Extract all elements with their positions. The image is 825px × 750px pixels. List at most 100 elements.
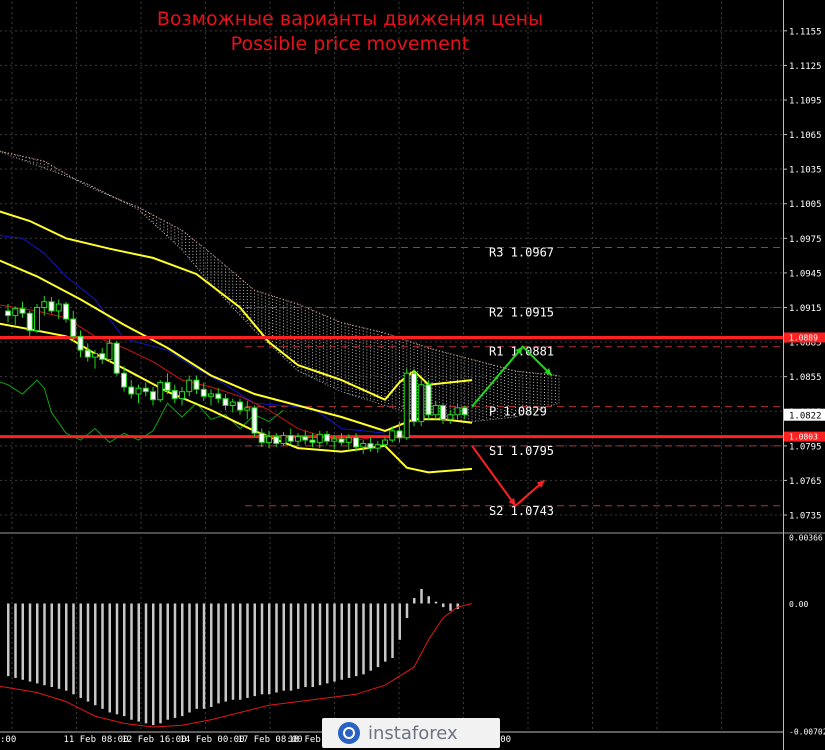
histogram-bar xyxy=(282,603,285,691)
histogram-bar xyxy=(14,603,17,678)
price-tick-label: 1.0915 xyxy=(789,304,822,314)
candle-body xyxy=(55,303,62,312)
time-axis-label: 14 Feb 00:00 xyxy=(180,735,245,745)
chart-title-en: Possible price movement xyxy=(230,33,470,55)
price-tick-label: 1.0765 xyxy=(789,477,822,487)
histogram-bar xyxy=(36,603,39,684)
time-axis-label: 12 Feb 16:00 xyxy=(122,735,187,745)
ichimoku-cloud xyxy=(0,151,560,422)
price-tick-label: 1.1005 xyxy=(789,200,822,210)
candle-body xyxy=(389,430,396,441)
histogram-bar xyxy=(347,603,351,678)
histogram-bar xyxy=(376,603,380,668)
pivot-label-s2: S2 1.0743 xyxy=(489,504,554,518)
oscillator-signal-line xyxy=(0,603,473,728)
candle-body xyxy=(396,430,403,439)
price-tick-label: 1.0855 xyxy=(789,373,822,383)
price-tick-label: 1.0735 xyxy=(789,512,822,522)
candle-body xyxy=(164,381,171,392)
watermark-logo: instaforex xyxy=(322,718,500,748)
histogram-bar xyxy=(391,603,394,658)
candle-body xyxy=(113,342,120,374)
histogram-bar xyxy=(369,603,372,671)
histogram-bar xyxy=(195,603,198,709)
oscillator-tick-label: -0.00702 xyxy=(789,728,825,737)
price-tick-label: 1.1125 xyxy=(789,62,822,72)
price-tick-label: 1.1155 xyxy=(789,27,822,37)
candle-body xyxy=(99,353,106,360)
candle-body xyxy=(186,379,193,393)
histogram-bar xyxy=(43,603,46,686)
candle-body xyxy=(19,308,26,314)
candle-body xyxy=(309,439,316,443)
candle-body xyxy=(447,414,454,420)
histogram-bar xyxy=(28,603,32,682)
histogram-bar xyxy=(275,603,278,693)
candle-body xyxy=(411,372,417,423)
histogram-bar xyxy=(210,603,213,708)
candle-body xyxy=(5,310,11,317)
candles xyxy=(5,295,468,454)
candle-body xyxy=(316,433,323,443)
candle-body xyxy=(266,436,272,443)
pivot-label-r3: R3 1.0967 xyxy=(489,246,554,260)
pivot-label-p: P 1.0829 xyxy=(489,405,547,419)
histogram-bar xyxy=(442,603,445,608)
candle-body xyxy=(251,407,258,434)
candle-body xyxy=(353,437,359,448)
candle-body xyxy=(70,318,77,337)
price-tick-label: 1.0945 xyxy=(789,269,822,279)
histogram-bar xyxy=(72,603,75,695)
histogram-bar xyxy=(94,603,97,706)
histogram-bar xyxy=(297,603,300,689)
price-tick-label: 1.0795 xyxy=(789,442,822,452)
oscillator-histogram xyxy=(7,588,459,726)
candle-body xyxy=(360,443,367,448)
pivot-label-r2: R2 1.0915 xyxy=(489,306,554,320)
histogram-bar xyxy=(86,603,90,702)
histogram-bar xyxy=(159,603,162,724)
histogram-bar xyxy=(384,603,387,662)
candle-body xyxy=(403,372,410,439)
histogram-bar xyxy=(173,603,177,718)
candle-body xyxy=(374,444,381,449)
candle-body xyxy=(179,391,185,400)
level-price-tag: 1.0803 xyxy=(789,433,818,442)
histogram-bar xyxy=(398,603,401,640)
histogram-bar xyxy=(123,603,126,717)
histogram-bar xyxy=(434,601,438,604)
candle-body xyxy=(382,439,388,446)
histogram-bar xyxy=(152,603,155,726)
candle-body xyxy=(92,353,98,358)
candle-body xyxy=(425,384,432,416)
price-tick-label: 1.1035 xyxy=(789,166,822,176)
histogram-bar xyxy=(420,588,423,604)
time-axis-label: :00 xyxy=(0,735,16,745)
candle-body xyxy=(63,303,69,320)
oscillator-tick-label: 0.00366 xyxy=(789,534,823,543)
chart-title-ru: Возможные варианты движения цены xyxy=(156,8,544,30)
histogram-bar xyxy=(304,603,307,688)
histogram-bar xyxy=(413,598,416,604)
candle-body xyxy=(106,342,113,360)
oscillator-tick-label: 0.00 xyxy=(789,600,808,609)
candle-body xyxy=(367,443,374,449)
candle-body xyxy=(287,434,294,442)
candle-body xyxy=(432,404,439,416)
histogram-bar xyxy=(188,603,191,713)
candle-body xyxy=(142,387,149,393)
watermark-text: instaforex xyxy=(368,722,458,744)
histogram-bar xyxy=(137,603,140,722)
histogram-bar xyxy=(260,603,264,695)
candle-body xyxy=(150,391,156,401)
candle-body xyxy=(48,301,55,312)
histogram-bar xyxy=(79,603,82,698)
histogram-bar xyxy=(202,603,206,709)
candle-body xyxy=(237,401,243,411)
time-axis-label: 11 Feb 08:00 xyxy=(64,735,129,745)
candle-body xyxy=(273,436,280,445)
candle-body xyxy=(200,388,207,397)
candle-body xyxy=(77,335,84,351)
candle-body xyxy=(229,401,236,406)
histogram-bar xyxy=(405,603,409,619)
